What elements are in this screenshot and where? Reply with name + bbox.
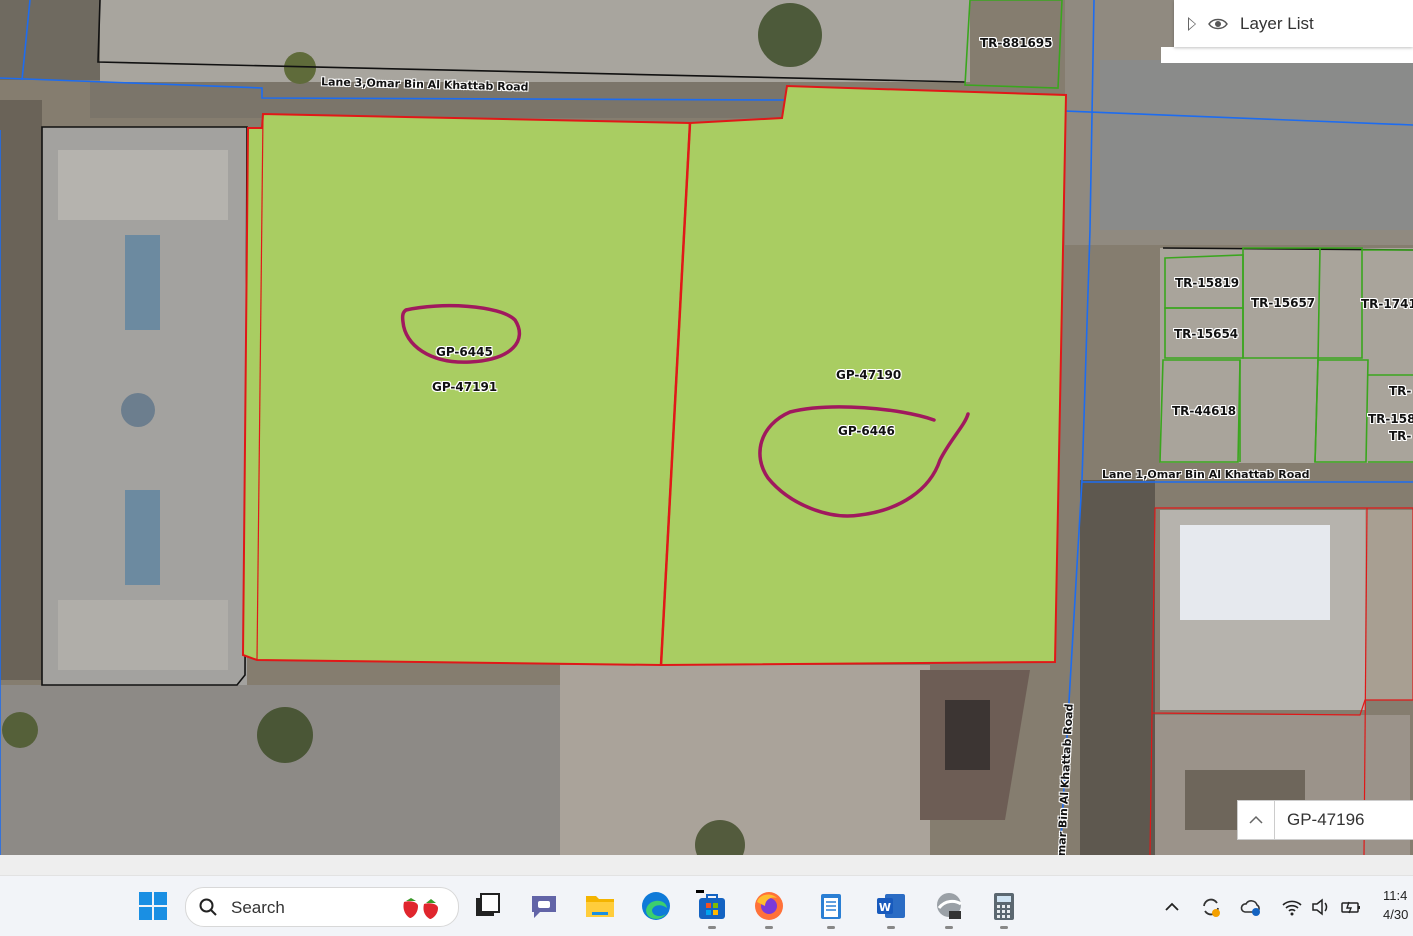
aerial-basemap xyxy=(0,0,1413,875)
parcel-label-gp-47190: GP-47190 xyxy=(836,368,902,382)
parcel-label-gp-47191: GP-47191 xyxy=(432,380,498,394)
running-indicator xyxy=(887,926,895,929)
cloud-info-icon[interactable] xyxy=(1240,896,1262,918)
sync-icon[interactable] xyxy=(1200,896,1222,918)
volume-icon[interactable] xyxy=(1310,896,1332,918)
tr-label: TR- xyxy=(1389,384,1412,398)
search-icon xyxy=(199,898,217,916)
tr-label: TR-1741 xyxy=(1361,297,1413,311)
running-indicator xyxy=(827,926,835,929)
tr-label: TR-881695 xyxy=(980,36,1053,50)
running-indicator xyxy=(765,926,773,929)
task-view-icon[interactable] xyxy=(472,890,504,922)
caret-right-icon[interactable] xyxy=(1188,16,1196,31)
edge-icon[interactable] xyxy=(640,890,672,922)
tr-label: TR-15654 xyxy=(1174,327,1239,341)
clock-date: 4/30 xyxy=(1383,907,1409,922)
strawberry-icon xyxy=(403,898,438,919)
wifi-icon[interactable] xyxy=(1281,896,1303,918)
widget-backdrop xyxy=(1161,47,1413,63)
running-indicator xyxy=(708,926,716,929)
map-view[interactable]: GP-6445 GP-47191 GP-47190 GP-6446 TR-881… xyxy=(0,0,1413,875)
arcgis-pro-icon[interactable] xyxy=(933,890,965,922)
tr-label: TR-15819 xyxy=(1175,276,1240,290)
windows-start-icon[interactable] xyxy=(137,890,169,922)
teams-chat-icon[interactable] xyxy=(528,890,560,922)
clock-time: 11:4 xyxy=(1383,888,1408,903)
tr-label: TR-44618 xyxy=(1172,404,1237,418)
running-indicator xyxy=(945,926,953,929)
road-label-lane-1: Lane 1,Omar Bin Al Khattab Road xyxy=(1102,468,1310,481)
feature-selector-value: GP-47196 xyxy=(1287,810,1365,829)
eye-icon[interactable] xyxy=(1208,17,1228,31)
taskbar: Search W 11:4 4/30 xyxy=(0,875,1413,936)
calculator-icon[interactable] xyxy=(988,890,1020,922)
tr-label: TR-15657 xyxy=(1251,296,1316,310)
word-icon[interactable]: W xyxy=(875,890,907,922)
chevron-up-icon[interactable] xyxy=(1161,896,1183,918)
layer-list-widget[interactable]: Layer List xyxy=(1174,0,1413,47)
map-footer-band xyxy=(0,855,1413,875)
layer-list-label: Layer List xyxy=(1240,13,1314,33)
taskbar-search[interactable]: Search xyxy=(185,887,459,927)
tr-label: TR- xyxy=(1389,429,1412,443)
parcel-label-gp-6446: GP-6446 xyxy=(838,424,895,438)
clock[interactable]: 11:4 4/30 xyxy=(1383,886,1408,924)
parcel-label-gp-6445: GP-6445 xyxy=(436,345,493,359)
chevron-up-icon[interactable] xyxy=(1238,801,1275,839)
svg-text:W: W xyxy=(879,901,891,914)
notepad-icon[interactable] xyxy=(815,890,847,922)
microsoft-store-icon[interactable] xyxy=(696,890,728,922)
battery-icon[interactable] xyxy=(1340,896,1362,918)
search-placeholder: Search xyxy=(231,898,285,917)
feature-selector[interactable]: GP-47196 xyxy=(1237,800,1413,840)
firefox-icon[interactable] xyxy=(753,890,785,922)
tr-label: TR-158 xyxy=(1368,412,1413,426)
file-explorer-icon[interactable] xyxy=(584,890,616,922)
running-indicator xyxy=(1000,926,1008,929)
